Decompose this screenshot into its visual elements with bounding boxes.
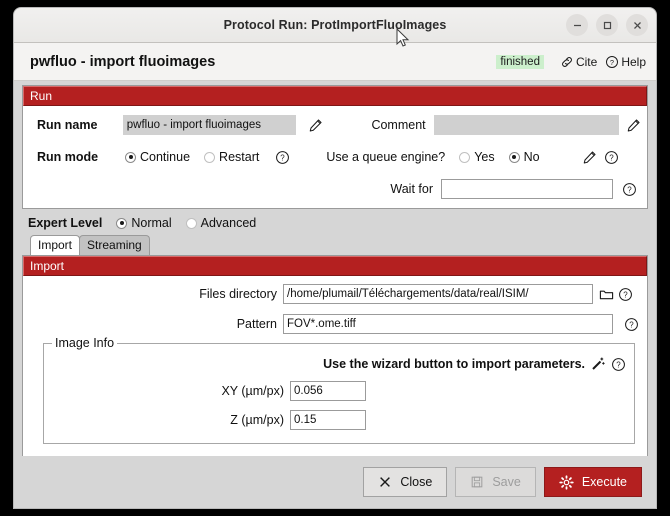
queue-help-icon[interactable]: ? xyxy=(604,150,619,165)
tab-bar: Import Streaming xyxy=(22,234,648,255)
page-title: pwfluo - import fluoimages xyxy=(30,53,216,70)
close-button-label: Close xyxy=(400,475,433,489)
expert-normal-radio[interactable]: Normal xyxy=(116,216,172,230)
radio-dot-icon xyxy=(185,217,197,229)
z-row: Z (µm/px) 0.15 xyxy=(50,407,628,433)
help-button[interactable]: ? Help xyxy=(605,55,646,69)
close-x-icon xyxy=(380,477,391,487)
expert-advanced-label: Advanced xyxy=(200,216,257,230)
question-icon: ? xyxy=(605,55,619,69)
expert-normal-label: Normal xyxy=(131,216,172,230)
svg-text:?: ? xyxy=(281,153,286,162)
svg-text:?: ? xyxy=(629,320,634,329)
run-section-header: Run xyxy=(23,86,647,106)
radio-dot-icon xyxy=(116,217,128,229)
help-label: Help xyxy=(621,54,646,69)
radio-dot-icon xyxy=(125,151,136,163)
svg-text:?: ? xyxy=(616,360,621,369)
import-section-header: Import xyxy=(23,256,647,276)
pattern-label: Pattern xyxy=(236,317,277,331)
execute-button-label: Execute xyxy=(581,475,627,489)
run-mode-continue-radio[interactable]: Continue xyxy=(125,150,190,164)
protocol-run-window: Protocol Run: ProtImportFluoImages pwflu… xyxy=(14,8,656,508)
close-icon[interactable] xyxy=(626,14,648,36)
queue-yes-radio[interactable]: Yes xyxy=(459,150,495,164)
window-title: Protocol Run: ProtImportFluoImages xyxy=(223,18,447,32)
close-button[interactable]: Close xyxy=(363,467,448,497)
dialog-footer: Close Save Execute xyxy=(14,456,656,508)
protocol-header: pwfluo - import fluoimages finished Cite… xyxy=(14,43,656,81)
import-tab-panel: Import Files directory /home/plumail/Tél… xyxy=(22,255,648,456)
radio-dot-icon xyxy=(459,151,471,163)
expert-advanced-radio[interactable]: Advanced xyxy=(185,216,257,230)
run-mode-label: Run mode xyxy=(37,150,99,164)
cite-button[interactable]: Cite xyxy=(560,55,597,69)
save-button-label: Save xyxy=(492,475,521,489)
files-directory-row: Files directory /home/plumail/Télécharge… xyxy=(23,281,647,307)
link-icon xyxy=(560,55,574,69)
status-badge: finished xyxy=(496,54,544,69)
expert-level-label: Expert Level xyxy=(28,216,103,230)
queue-no-label: No xyxy=(523,150,540,164)
run-mode-help-icon[interactable]: ? xyxy=(275,150,290,165)
svg-text:?: ? xyxy=(610,57,614,66)
run-mode-continue-label: Continue xyxy=(140,150,191,164)
queue-edit-pencil-icon[interactable] xyxy=(582,150,597,165)
queue-no-radio[interactable]: No xyxy=(508,150,540,164)
run-name-label: Run name xyxy=(37,118,98,132)
run-mode-restart-radio[interactable]: Restart xyxy=(204,150,259,164)
z-input[interactable]: 0.15 xyxy=(290,410,366,430)
maximize-icon[interactable] xyxy=(596,14,618,36)
xy-row: XY (µm/px) 0.056 xyxy=(50,378,628,404)
queue-yes-label: Yes xyxy=(474,150,495,164)
form-body: Run Run name pwfluo - import fluoimages … xyxy=(14,81,656,456)
browse-folder-icon[interactable] xyxy=(599,287,614,302)
files-directory-help-icon[interactable]: ? xyxy=(618,287,633,302)
tab-streaming[interactable]: Streaming xyxy=(79,235,150,255)
title-bar: Protocol Run: ProtImportFluoImages xyxy=(14,8,656,43)
expert-level-row: Expert Level Normal Advanced xyxy=(22,209,648,234)
pattern-input[interactable]: FOV*.ome.tiff xyxy=(283,314,613,334)
pattern-row: Pattern FOV*.ome.tiff ? xyxy=(23,311,647,337)
xy-input[interactable]: 0.056 xyxy=(290,381,366,401)
files-directory-input[interactable]: /home/plumail/Téléchargements/data/real/… xyxy=(283,284,593,304)
files-directory-label: Files directory xyxy=(199,287,277,301)
radio-dot-icon xyxy=(508,151,520,163)
save-disk-icon xyxy=(471,476,483,488)
image-info-title: Image Info xyxy=(52,336,118,350)
xy-label: XY (µm/px) xyxy=(221,384,284,398)
wait-for-label: Wait for xyxy=(390,182,433,196)
queue-engine-label: Use a queue engine? xyxy=(326,150,446,164)
image-info-help-icon[interactable]: ? xyxy=(611,357,626,372)
wait-for-row: Wait for ? xyxy=(27,176,643,202)
wizard-row: Use the wizard button to import paramete… xyxy=(50,356,628,378)
run-mode-restart-label: Restart xyxy=(219,150,260,164)
pattern-help-icon[interactable]: ? xyxy=(624,317,639,332)
svg-text:?: ? xyxy=(627,185,632,194)
svg-text:?: ? xyxy=(609,153,614,162)
save-button[interactable]: Save xyxy=(455,467,536,497)
wait-for-input[interactable] xyxy=(441,179,613,199)
minimize-icon[interactable] xyxy=(566,14,588,36)
svg-text:?: ? xyxy=(623,290,628,299)
comment-input[interactable] xyxy=(433,115,619,135)
z-label: Z (µm/px) xyxy=(230,413,284,427)
wizard-wand-icon[interactable] xyxy=(590,356,606,372)
wizard-hint-text: Use the wizard button to import paramete… xyxy=(323,357,585,371)
image-info-groupbox: Image Info Use the wizard button to impo… xyxy=(43,336,635,444)
execute-button[interactable]: Execute xyxy=(543,467,642,497)
tab-import[interactable]: Import xyxy=(30,235,81,255)
run-name-input[interactable]: pwfluo - import fluoimages xyxy=(122,115,297,135)
comment-edit-pencil-icon[interactable] xyxy=(626,118,641,133)
run-mode-row: Run mode Continue Restart ? Use a queue … xyxy=(27,144,643,170)
run-section: Run Run name pwfluo - import fluoimages … xyxy=(22,85,648,209)
comment-label: Comment xyxy=(371,118,426,132)
radio-dot-icon xyxy=(204,151,216,163)
run-name-edit-pencil-icon[interactable] xyxy=(308,118,323,133)
window-controls xyxy=(566,8,648,42)
cite-label: Cite xyxy=(575,54,598,69)
wait-for-help-icon[interactable]: ? xyxy=(622,182,637,197)
run-name-row: Run name pwfluo - import fluoimages Comm… xyxy=(27,112,643,138)
gear-icon xyxy=(559,474,574,490)
